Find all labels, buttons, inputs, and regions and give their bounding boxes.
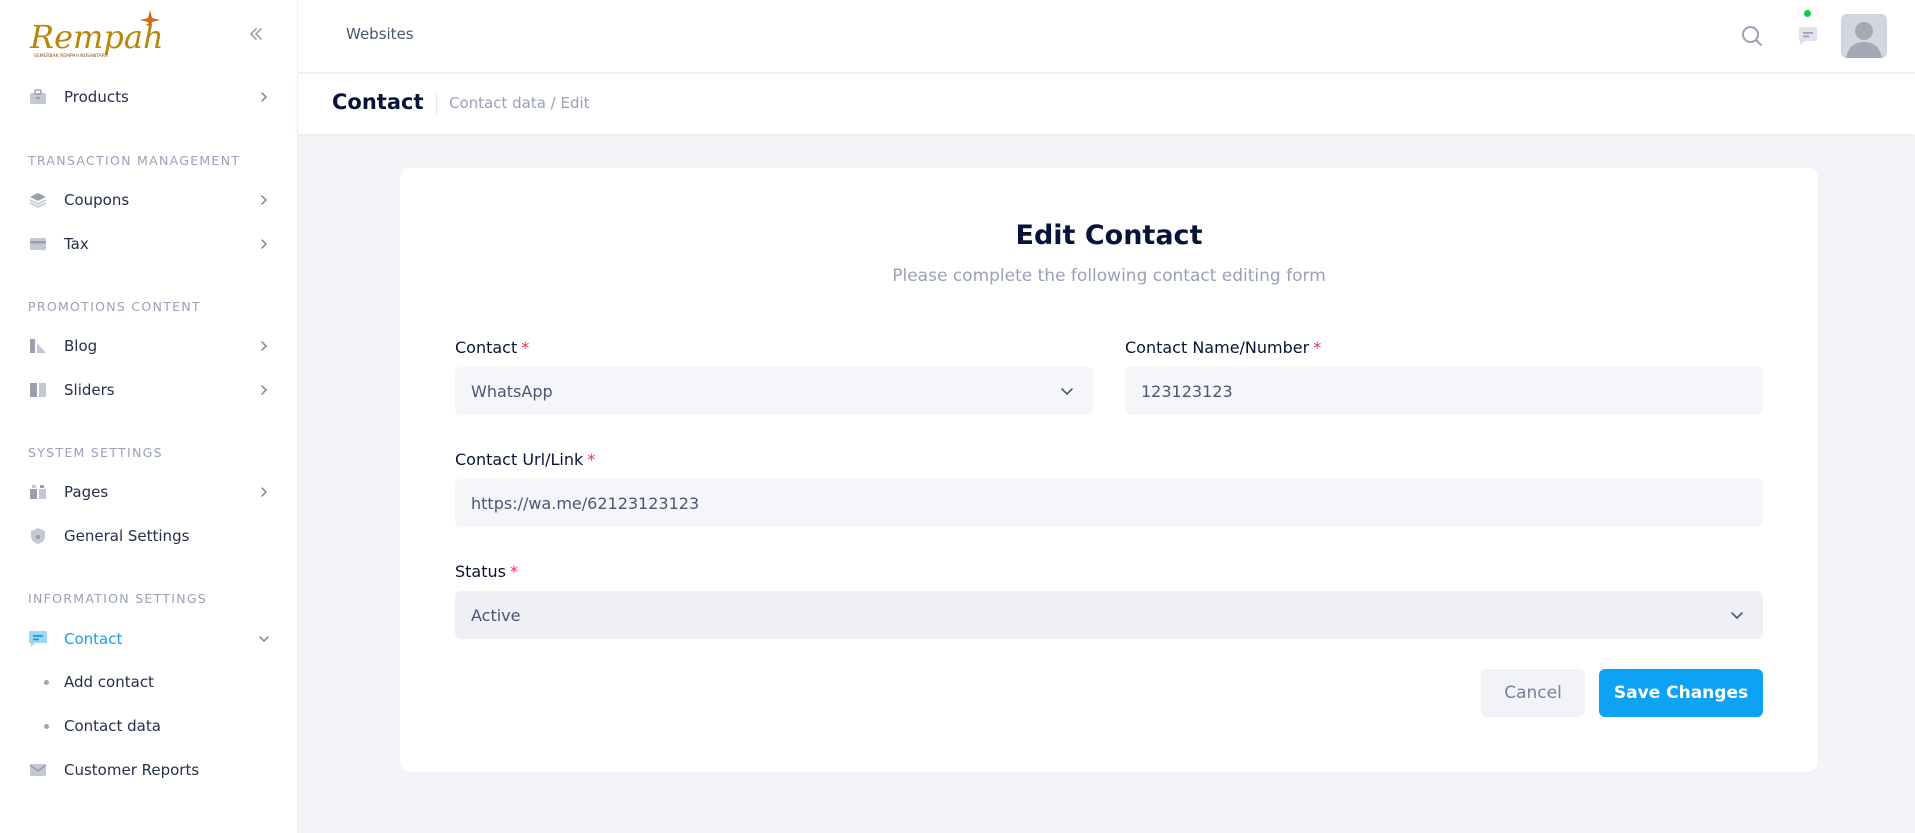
sidebar-item-label: Blog [64,337,98,355]
status-label: Status * [455,562,518,581]
contact-type-value: WhatsApp [471,381,553,401]
status-value: Active [471,605,521,625]
top-header: Websites [298,0,1915,73]
search-icon[interactable] [1740,24,1764,52]
sidebar: Rempah SEMERBAK REMPAH NUSANTARA Product… [0,0,298,833]
sidebar-subitem-label: Contact data [64,717,161,735]
edit-contact-card: Edit Contact Please complete the followi… [400,168,1818,772]
contact-url-label: Contact Url/Link * [455,450,595,469]
cancel-button[interactable]: Cancel [1481,669,1585,717]
section-information: INFORMATION SETTINGS [28,591,208,606]
sidebar-subitem-contact-data[interactable]: Contact data [44,712,161,740]
chevron-right-icon [256,382,272,398]
sidebar-item-pages[interactable]: Pages [28,476,272,508]
chevron-right-icon [256,236,272,252]
chevron-right-icon [256,192,272,208]
chevron-right-icon [256,338,272,354]
breadcrumb: Contact data / Edit [449,94,590,112]
brand-logo[interactable]: Rempah SEMERBAK REMPAH NUSANTARA [28,10,164,60]
bullet-icon [44,679,49,685]
section-system: SYSTEM SETTINGS [28,445,163,460]
chevron-down-icon [1727,605,1747,625]
sidebar-subitem-label: Add contact [64,673,154,691]
svg-text:SEMERBAK REMPAH NUSANTARA: SEMERBAK REMPAH NUSANTARA [34,53,109,59]
section-transaction: TRANSACTION MANAGEMENT [28,153,241,168]
chat-icon[interactable] [1796,24,1820,52]
contact-name-label-text: Contact Name/Number [1125,338,1310,357]
blog-icon [28,336,48,356]
svg-text:Rempah: Rempah [29,18,163,56]
contact-type-select[interactable]: WhatsApp [455,367,1093,415]
shield-icon [28,526,48,546]
sidebar-item-products[interactable]: Products [28,81,272,113]
mail-icon [28,760,48,780]
contact-url-label-text: Contact Url/Link [455,450,584,469]
box-icon [28,87,48,107]
required-mark: * [1313,338,1322,357]
sidebar-item-blog[interactable]: Blog [28,330,272,362]
sidebar-item-sliders[interactable]: Sliders [28,374,272,406]
page-title: Contact [332,90,424,114]
status-label-text: Status [455,562,506,581]
notification-dot-icon [1804,10,1811,17]
chevron-right-icon [256,89,272,105]
credit-card-icon [28,234,48,254]
message-icon [28,629,48,649]
chevron-right-icon [256,484,272,500]
contact-label-text: Contact [455,338,518,357]
sidebar-item-customer-reports[interactable]: Customer Reports [28,754,272,786]
layers-icon [28,190,48,210]
sidebar-item-general-settings[interactable]: General Settings [28,520,272,552]
sidebar-item-label: General Settings [64,527,190,545]
collapse-sidebar-icon[interactable] [246,24,266,44]
header-title[interactable]: Websites [346,25,414,43]
sidebar-item-tax[interactable]: Tax [28,228,272,260]
page-toolbar: Contact Contact data / Edit [298,74,1915,134]
sidebar-item-coupons[interactable]: Coupons [28,184,272,216]
sidebar-item-label: Products [64,88,129,106]
contact-url-value: https://wa.me/62123123123 [471,493,700,513]
contact-url-input[interactable]: https://wa.me/62123123123 [455,479,1763,527]
required-mark: * [587,450,596,469]
bullet-icon [44,723,49,729]
avatar-silhouette-icon [1841,14,1887,58]
sidebar-item-label: Coupons [64,191,130,209]
status-select[interactable]: Active [455,591,1763,639]
form-title: Edit Contact [1015,220,1203,251]
sidebar-item-label: Contact [64,630,123,648]
sidebar-item-label: Sliders [64,381,115,399]
contact-name-label: Contact Name/Number * [1125,338,1321,357]
contact-label: Contact * [455,338,529,357]
sidebar-item-label: Tax [64,235,89,253]
section-promotions: PROMOTIONS CONTENT [28,299,201,314]
required-mark: * [521,338,530,357]
required-mark: * [509,562,518,581]
form-subtitle: Please complete the following contact ed… [892,266,1326,286]
sidebar-item-label: Pages [64,483,109,501]
rempah-logo-icon: Rempah SEMERBAK REMPAH NUSANTARA [29,10,164,59]
chevron-down-icon [256,631,272,647]
sidebar-item-label: Customer Reports [64,761,200,779]
sidebar-subitem-add-contact[interactable]: Add contact [44,668,154,696]
save-changes-button[interactable]: Save Changes [1599,669,1763,717]
sliders-icon [28,380,48,400]
user-avatar[interactable] [1841,14,1887,58]
contact-name-value: 123123123 [1141,381,1233,401]
sidebar-item-contact[interactable]: Contact [28,623,272,655]
chevron-down-icon [1057,381,1077,401]
gift-icon [28,482,48,502]
contact-name-input[interactable]: 123123123 [1125,367,1763,415]
